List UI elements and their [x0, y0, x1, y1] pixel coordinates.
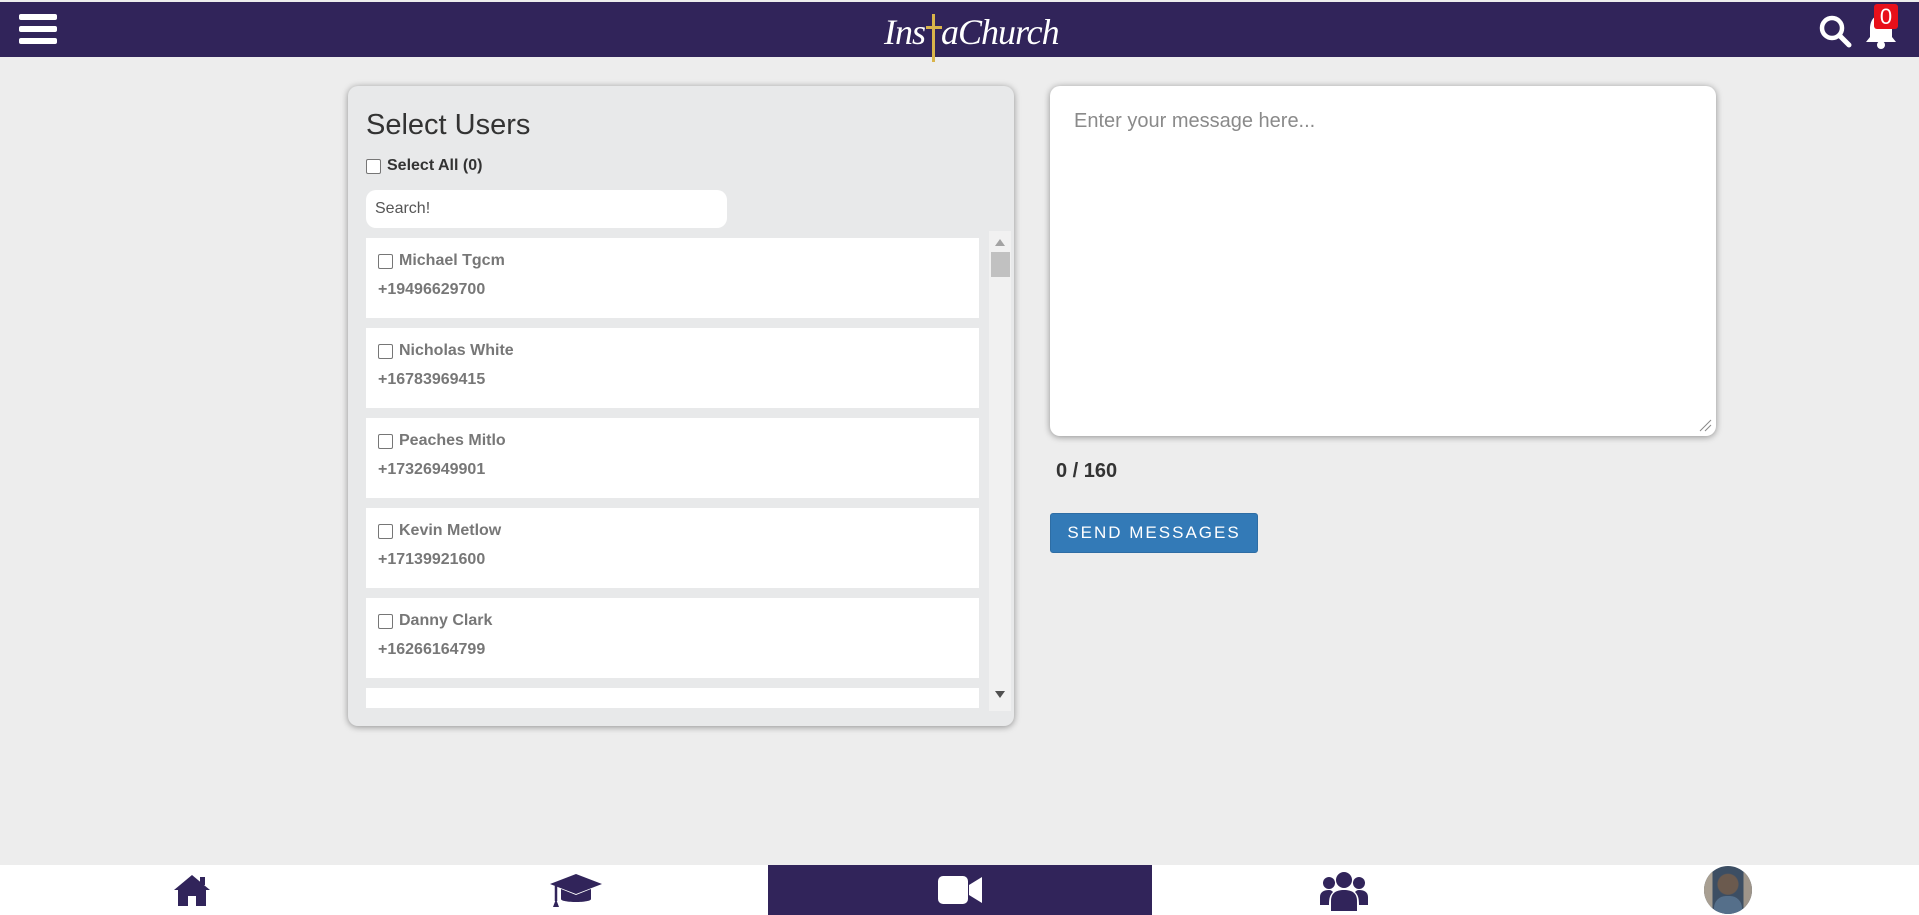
user-checkbox[interactable] — [378, 523, 393, 539]
panel-title: Select Users — [366, 109, 531, 141]
cross-icon — [926, 13, 942, 62]
scroll-thumb[interactable] — [991, 252, 1010, 277]
list-item[interactable]: Danny Clark +16266164799 — [366, 598, 979, 678]
notification-badge: 0 — [1874, 4, 1898, 29]
nav-profile[interactable] — [1536, 865, 1919, 915]
list-item[interactable]: Kevin Metlow +17139921600 — [366, 508, 979, 588]
user-phone: +19496629700 — [378, 281, 486, 298]
select-all-option[interactable]: Select All (0) — [366, 157, 482, 175]
logo-text-left: Ins — [884, 12, 926, 52]
nav-home[interactable] — [0, 865, 384, 915]
message-textarea[interactable] — [1050, 86, 1716, 436]
select-all-checkbox[interactable] — [366, 158, 381, 174]
search-icon[interactable] — [1818, 14, 1852, 48]
home-icon — [174, 875, 210, 906]
nav-education[interactable] — [384, 865, 768, 915]
nav-video[interactable] — [768, 865, 1152, 915]
resize-grip-icon[interactable] — [1698, 418, 1712, 432]
user-name: Michael Tgcm — [399, 252, 505, 269]
top-navbar: Ins aChurch 0 — [0, 2, 1919, 62]
user-phone: +17139921600 — [378, 551, 486, 568]
user-list[interactable]: Michael Tgcm +19496629700 Nicholas White… — [366, 238, 982, 708]
list-item-partial[interactable] — [366, 688, 979, 708]
select-users-panel: Select Users Select All (0) Michael Tgcm… — [348, 86, 1014, 726]
user-name: Danny Clark — [399, 612, 493, 629]
avatar[interactable] — [1703, 866, 1752, 914]
user-phone: +16266164799 — [378, 641, 486, 658]
select-all-label: Select All (0) — [387, 157, 483, 174]
user-checkbox[interactable] — [378, 343, 393, 359]
logo-text-right: aChurch — [941, 12, 1060, 52]
scroll-up-arrow-icon[interactable] — [995, 239, 1005, 246]
user-checkbox[interactable] — [378, 613, 393, 629]
list-item[interactable]: Michael Tgcm +19496629700 — [366, 238, 979, 318]
scroll-down-arrow-icon[interactable] — [995, 691, 1005, 698]
menu-icon[interactable] — [19, 14, 57, 47]
users-group-icon — [1320, 872, 1368, 911]
graduation-cap-icon — [550, 874, 602, 907]
bottom-navbar — [0, 865, 1919, 915]
user-phone: +16783969415 — [378, 371, 486, 388]
list-item[interactable]: Nicholas White +16783969415 — [366, 328, 979, 408]
list-scrollbar[interactable] — [989, 231, 1011, 711]
user-name: Kevin Metlow — [399, 522, 502, 539]
user-phone: +17326949901 — [378, 461, 486, 478]
user-checkbox[interactable] — [378, 433, 393, 449]
list-item[interactable]: Peaches Mitlo +17326949901 — [366, 418, 979, 498]
nav-groups[interactable] — [1152, 865, 1536, 915]
character-counter: 0 / 160 — [1056, 460, 1118, 482]
send-messages-button[interactable]: SEND MESSAGES — [1050, 513, 1258, 553]
user-checkbox[interactable] — [378, 253, 393, 269]
app-logo[interactable]: Ins aChurch — [884, 8, 1060, 62]
user-name: Nicholas White — [399, 342, 514, 359]
video-camera-icon — [938, 876, 982, 904]
user-name: Peaches Mitlo — [399, 432, 506, 449]
search-input[interactable] — [366, 190, 727, 228]
